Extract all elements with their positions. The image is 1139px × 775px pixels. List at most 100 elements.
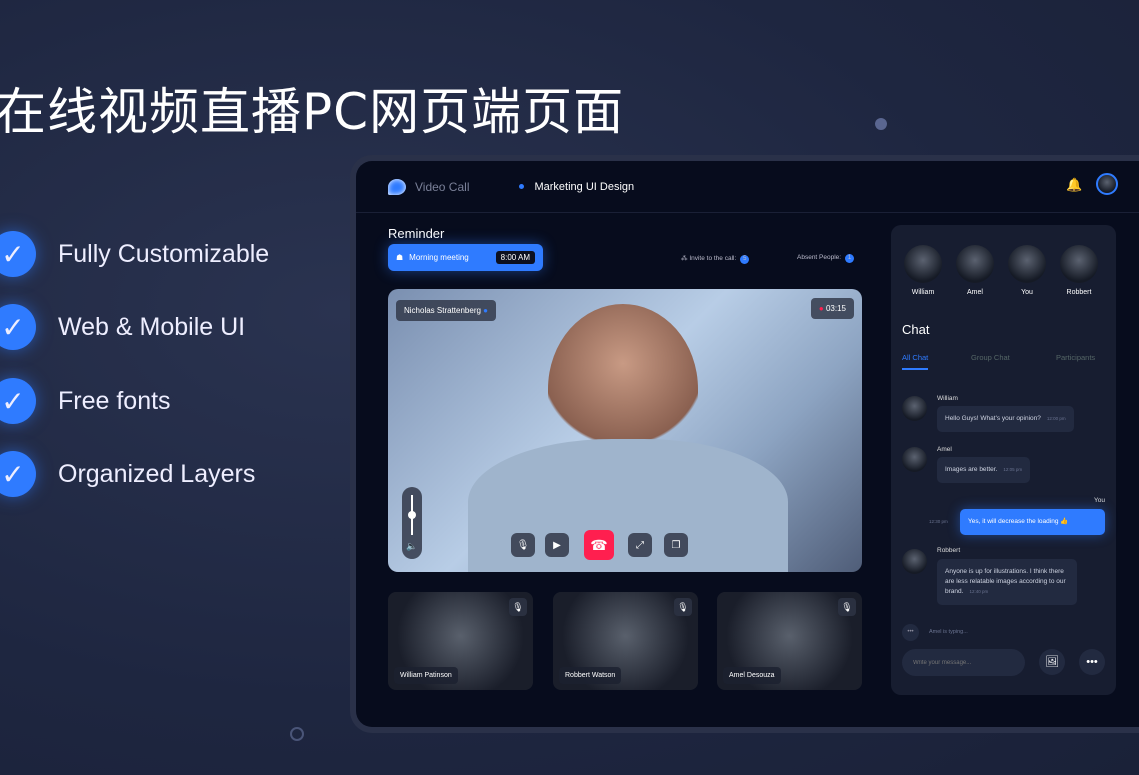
speaker-icon: 🔈 [406, 541, 418, 551]
typing-icon: ••• [902, 624, 919, 641]
thumbnail-name: Robbert Watson [559, 667, 622, 684]
volume-handle[interactable] [408, 511, 416, 519]
reminder-pill[interactable]: ☗ Morning meeting 8:00 AM [388, 244, 543, 271]
end-call-button[interactable]: ☎ [584, 530, 614, 560]
participant[interactable]: Robbert [1060, 245, 1098, 296]
participant-thumbnail[interactable]: 🎙 William Patinson [388, 592, 533, 690]
status-dot [519, 184, 525, 189]
chat-message: Images are better. 12:05 pm [937, 457, 1031, 483]
avatar [956, 245, 994, 283]
group-icon: ⁂ [681, 255, 688, 262]
mic-icon[interactable]: 🎙 [838, 598, 856, 616]
decor-ring [290, 727, 304, 741]
participant-name: Amel [967, 289, 983, 296]
message-text: Hello Guys! What's your opinion? [945, 415, 1041, 422]
call-timer: ● 03:15 [810, 298, 854, 319]
device-frame: Video Call Marketing UI Design 🔔 Reminde… [350, 155, 1139, 733]
sender-name: Amel [937, 446, 952, 453]
app-name: Video Call [415, 179, 470, 194]
record-icon: ● [818, 304, 824, 313]
message-time: 12:00 pm [1046, 416, 1066, 421]
thumbnail-name: Amel Desouza [723, 667, 781, 684]
feature-item: ✓ Free fonts [0, 378, 171, 424]
participant[interactable]: You [1008, 245, 1046, 296]
participant-thumbnail[interactable]: 🎙 Amel Desouza [717, 592, 862, 690]
invite-count: 5 [740, 255, 750, 264]
sender-avatar [902, 396, 927, 421]
feature-label: Free fonts [58, 386, 171, 415]
camera-button[interactable]: ▶ [545, 533, 569, 557]
chat-message: Hello Guys! What's your opinion? 12:00 pm [937, 406, 1074, 432]
mic-icon[interactable]: 🎙 [509, 598, 527, 616]
page-headline: 在线视频直播PC网页端页面 [0, 83, 625, 141]
sender-avatar [902, 549, 927, 574]
sender-name: You [1094, 497, 1105, 504]
mic-icon[interactable]: 🎙 [674, 598, 692, 616]
feature-item: ✓ Fully Customizable [0, 231, 269, 277]
participant-name: William [911, 289, 935, 296]
thumbnail-name: William Patinson [394, 667, 458, 684]
top-bar: Video Call Marketing UI Design 🔔 [356, 161, 1139, 213]
sender-name: Robbert [937, 547, 961, 554]
absent-count: 1 [845, 254, 855, 263]
chat-panel: William Amel You Robbert Chat All Chat G… [891, 225, 1116, 695]
main-video: Nicholas Strattenberg ● ● 03:15 🔈 🎙 ▶ ☎ … [388, 289, 862, 572]
mute-mic-button[interactable]: 🎙 [511, 533, 535, 557]
message-input[interactable] [902, 649, 1025, 676]
app-logo-icon [388, 178, 406, 195]
avatar [904, 245, 942, 283]
app-screen: Video Call Marketing UI Design 🔔 Reminde… [356, 161, 1139, 727]
participant-name: Robbert [1066, 289, 1092, 296]
feature-label: Web & Mobile UI [58, 312, 246, 341]
participant-name: You [1021, 289, 1033, 296]
message-time: 12:30 pm [929, 519, 948, 524]
avatar [1060, 245, 1098, 283]
timer-value: 03:15 [825, 304, 846, 313]
image-attach-button[interactable]: 🖼 [1039, 649, 1065, 675]
more-options-button[interactable]: ••• [1079, 649, 1105, 675]
feature-label: Fully Customizable [58, 239, 270, 268]
chat-message-own: Yes, it will decrease the loading 👍 [960, 509, 1105, 535]
avatar [1008, 245, 1046, 283]
reminder-heading: Reminder [388, 226, 445, 241]
reminder-time: 8:00 AM [495, 251, 535, 264]
feature-item: ✓ Organized Layers [0, 451, 255, 497]
feature-item: ✓ Web & Mobile UI [0, 304, 245, 350]
absent-people[interactable]: Absent People: 1 [797, 254, 855, 263]
invite-button[interactable]: ⁂ Invite to the call: 5 [681, 254, 750, 264]
decor-dot [875, 118, 887, 130]
invite-label: Invite to the call: [689, 255, 737, 262]
tab-all-chat[interactable]: All Chat [902, 353, 929, 370]
check-icon: ✓ [0, 378, 36, 424]
sender-name: William [937, 395, 958, 402]
message-text: Images are better. [945, 466, 998, 473]
absent-label: Absent People: [797, 254, 842, 261]
layout-button[interactable]: ❐ [664, 533, 688, 557]
meeting-title: Marketing UI Design [534, 180, 635, 193]
feature-label: Organized Layers [58, 459, 256, 488]
chat-heading: Chat [902, 322, 930, 337]
check-icon: ✓ [0, 231, 36, 277]
reminder-event: Morning meeting [409, 253, 469, 262]
bell-icon[interactable]: 🔔 [1066, 177, 1082, 193]
speaker-name: Nicholas Strattenberg [404, 306, 481, 315]
speaker-tag: Nicholas Strattenberg ● [396, 300, 497, 321]
participants-row: William Amel You Robbert [904, 245, 1098, 296]
tab-group-chat[interactable]: Group Chat [971, 353, 1010, 362]
sender-avatar [902, 447, 927, 472]
screen-share-button[interactable]: ⤢ [628, 533, 652, 557]
participant[interactable]: Amel [956, 245, 994, 296]
people-icon: ☗ [396, 253, 404, 262]
user-avatar[interactable] [1096, 173, 1118, 195]
message-text: Anyone is up for illustrations. I think … [945, 568, 1066, 595]
participant[interactable]: William [904, 245, 942, 296]
check-icon: ✓ [0, 451, 36, 497]
volume-slider[interactable]: 🔈 [402, 487, 422, 559]
participant-thumbnail[interactable]: 🎙 Robbert Watson [553, 592, 698, 690]
message-time: 12:40 pm [969, 589, 989, 594]
message-time: 12:05 pm [1003, 467, 1023, 472]
check-icon: ✓ [0, 304, 36, 350]
typing-indicator: Amel is typing... [929, 629, 968, 635]
tab-participants[interactable]: Participants [1056, 353, 1095, 362]
chat-message: Anyone is up for illustrations. I think … [937, 559, 1077, 605]
